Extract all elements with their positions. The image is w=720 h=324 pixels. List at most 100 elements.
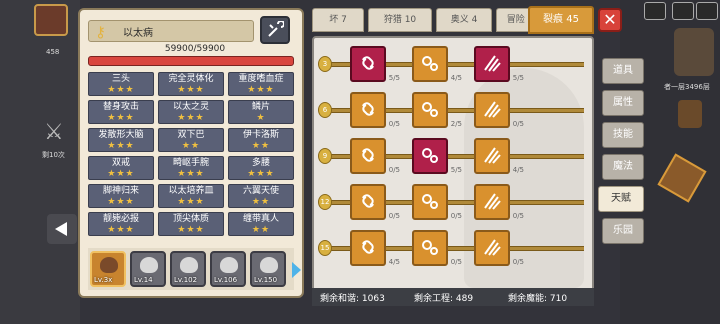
skill-stars: ★★★: [247, 85, 275, 95]
skill-cell[interactable]: 畸岖手腕 ★★★: [158, 156, 224, 180]
side-tab-4[interactable]: 天赋: [598, 186, 644, 212]
hero-portrait[interactable]: Lv.102: [170, 251, 206, 287]
talent-node-link[interactable]: 5/5: [350, 46, 400, 82]
talent-node-gears[interactable]: 5/5: [412, 138, 462, 174]
mail-icon[interactable]: [672, 2, 694, 20]
hero-portrait[interactable]: Lv.150: [250, 251, 286, 287]
tab-1[interactable]: 狩猎 10: [368, 8, 432, 32]
talent-node-gears[interactable]: 4/5: [412, 46, 462, 82]
chest-icon[interactable]: [678, 100, 702, 128]
skill-cell[interactable]: 双下巴 ★★: [158, 128, 224, 152]
talent-level-badge: 3: [318, 56, 332, 72]
hero-face: [260, 257, 278, 273]
talent-level-badge: 15: [318, 240, 332, 256]
talent-node-link[interactable]: 0/5: [350, 184, 400, 220]
skill-cell[interactable]: 完全灵体化 ★★★: [158, 72, 224, 96]
hero-face: [220, 257, 238, 273]
talent-node-claw[interactable]: 5/5: [474, 46, 524, 82]
talent-node-count: 0/5: [512, 120, 524, 128]
talent-row: 12 0/5 0/5 0/5: [318, 184, 588, 220]
talent-node-count: 0/5: [388, 120, 400, 128]
hero-level: Lv.102: [174, 276, 198, 284]
key-icon: ⚷: [95, 23, 106, 41]
talent-node-count: 4/5: [388, 258, 400, 266]
side-tab-5[interactable]: 乐园: [602, 218, 644, 244]
skill-cell[interactable]: 三头 ★★★: [88, 72, 154, 96]
skill-cell[interactable]: 双戒 ★★★: [88, 156, 154, 180]
skill-label: 顶尖体质: [172, 214, 209, 224]
hero-portrait[interactable]: Lv.14: [130, 251, 166, 287]
player-avatar[interactable]: [34, 4, 68, 36]
skill-stars: ★★★: [177, 113, 205, 123]
skill-cell[interactable]: 替身攻击 ★★★: [88, 100, 154, 124]
skill-label: 双下巴: [177, 130, 205, 140]
talent-node-link[interactable]: 4/5: [350, 230, 400, 266]
character-settings-button[interactable]: [260, 16, 290, 44]
talent-node-gears[interactable]: 2/5: [412, 92, 462, 128]
skill-label: 完全灵体化: [168, 74, 214, 84]
skill-cell[interactable]: 重度嗜血症 ★★★: [228, 72, 294, 96]
skill-cell[interactable]: 发散形大脑 ★★★: [88, 128, 154, 152]
skill-cell[interactable]: 以太之灵 ★★★: [158, 100, 224, 124]
talent-node-gears[interactable]: 0/5: [412, 230, 462, 266]
hero-level: Lv.3x: [94, 276, 113, 284]
left-gauge-text: 剩10次: [42, 151, 65, 159]
crossed-swords-icon[interactable]: ⚔: [44, 120, 64, 145]
skill-stars: ★★: [251, 197, 271, 207]
tab-4[interactable]: 裂痕 45: [528, 6, 594, 34]
skill-cell[interactable]: 靓毙必报 ★★★: [88, 212, 154, 236]
scene-left-arrow-icon[interactable]: [47, 214, 77, 244]
skill-cell[interactable]: 伊卡洛斯 ★★: [228, 128, 294, 152]
talent-node-claw[interactable]: 0/5: [474, 230, 524, 266]
talent-node-link[interactable]: 0/5: [350, 138, 400, 174]
skill-stars: ★★★: [247, 169, 275, 179]
skill-stars: ★★★: [177, 225, 205, 235]
hp-bar: [88, 56, 294, 66]
hero-portrait[interactable]: Lv.3x: [90, 251, 126, 287]
world-map-icon[interactable]: [674, 28, 714, 76]
skill-cell[interactable]: 顶尖体质 ★★★: [158, 212, 224, 236]
skill-stars: ★★: [181, 141, 201, 151]
skill-stars: ★★★: [107, 113, 135, 123]
side-tab-3[interactable]: 魔法: [602, 154, 644, 180]
tab-2[interactable]: 奥义 4: [436, 8, 492, 32]
skill-stars: ★★★: [177, 85, 205, 95]
skill-stars: ★★★: [177, 197, 205, 207]
skill-label: 缠带真人: [242, 214, 279, 224]
skill-cell[interactable]: 鳞片 ★: [228, 100, 294, 124]
talent-node-count: 0/5: [388, 166, 400, 174]
skill-stars: ★: [256, 113, 266, 123]
skill-cell[interactable]: 多腰 ★★★: [228, 156, 294, 180]
talent-row: 3 5/5 4/5 5/5: [318, 46, 588, 82]
skill-stars: ★★★: [177, 169, 205, 179]
side-tab-1[interactable]: 属性: [602, 90, 644, 116]
menu-icon[interactable]: [696, 2, 718, 20]
skill-cell[interactable]: 以太培养皿 ★★★: [158, 184, 224, 208]
close-button[interactable]: ✕: [598, 8, 622, 32]
talent-node-link[interactable]: 0/5: [350, 92, 400, 128]
left-top-number: 458: [46, 48, 60, 56]
hero-next-arrow-icon[interactable]: [292, 262, 301, 278]
talent-node-claw[interactable]: 4/5: [474, 138, 524, 174]
skill-label: 以太培养皿: [168, 186, 214, 196]
skill-label: 畸岖手腕: [172, 158, 209, 168]
talent-node-count: 4/5: [450, 74, 462, 82]
side-tab-0[interactable]: 道具: [602, 58, 644, 84]
skill-label: 六翼天使: [242, 186, 279, 196]
talent-node-count: 5/5: [450, 166, 462, 174]
skill-cell[interactable]: 缠带真人 ★★: [228, 212, 294, 236]
skill-cell[interactable]: 六翼天使 ★★: [228, 184, 294, 208]
talent-node-gears[interactable]: 0/5: [412, 184, 462, 220]
side-tab-2[interactable]: 技能: [602, 122, 644, 148]
chat-icon[interactable]: [644, 2, 666, 20]
left-scene-strip: [0, 0, 80, 324]
skill-label: 以太之灵: [172, 102, 209, 112]
talent-node-claw[interactable]: 0/5: [474, 92, 524, 128]
skill-cell[interactable]: 脚神归来 ★★★: [88, 184, 154, 208]
tab-0[interactable]: 坏 7: [312, 8, 364, 32]
talent-node-count: 5/5: [388, 74, 400, 82]
talent-node-claw[interactable]: 0/5: [474, 184, 524, 220]
skill-label: 脚神归来: [102, 186, 139, 196]
talent-node-count: 0/5: [512, 212, 524, 220]
hero-portrait[interactable]: Lv.106: [210, 251, 246, 287]
